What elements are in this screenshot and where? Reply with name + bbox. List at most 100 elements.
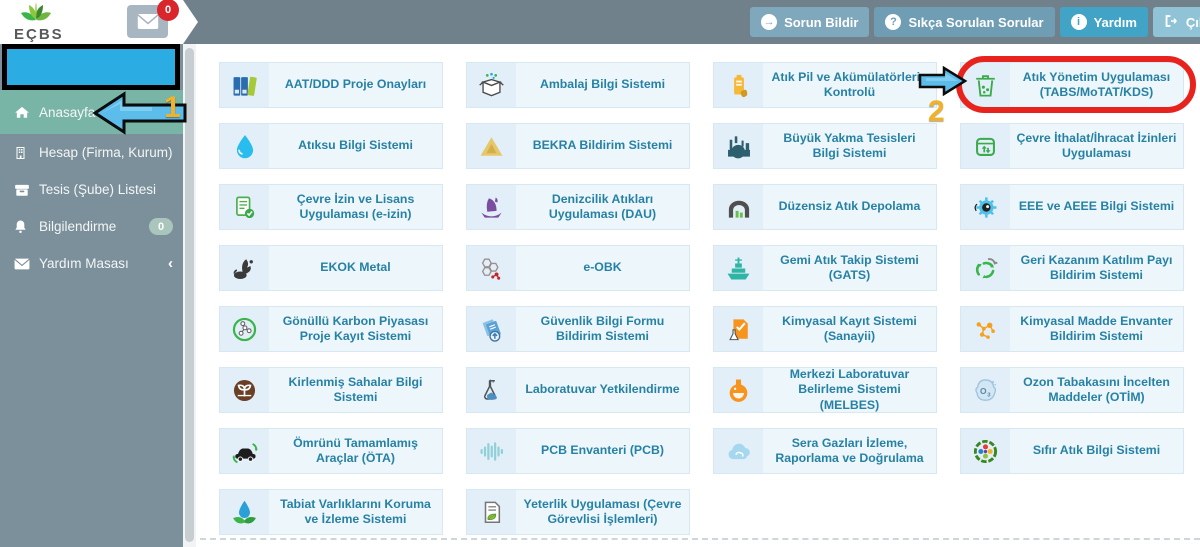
app-tile-ömrünü-tamamlamış-araçlar-öta-[interactable]: Ömrünü Tamamlamış Araçlar (ÖTA): [219, 428, 443, 474]
app-tile-düzensiz-atık-depolama[interactable]: Düzensiz Atık Depolama: [713, 184, 937, 230]
app-tile-label: Tabiat Varlıklarını Koruma ve İzleme Sis…: [280, 496, 431, 526]
app-tile-pcb-envanteri-pcb-[interactable]: PCB Envanteri (PCB): [466, 428, 690, 474]
sidebar-item-label: Tesis (Şube) Listesi: [39, 182, 157, 197]
bottom-divider: [200, 538, 1200, 540]
app-tile-eee-ve-aeee-bilgi-sistemi[interactable]: EEE ve AEEE Bilgi Sistemi: [960, 184, 1184, 230]
carbon-molecule-icon: [220, 307, 269, 351]
app-tile-label: PCB Envanteri (PCB): [541, 443, 664, 458]
app-tile-ambalaj-bilgi-sistemi[interactable]: Ambalaj Bilgi Sistemi: [466, 62, 690, 108]
round-flask-icon: [714, 368, 763, 412]
app-tile-merkezi-laboratuvar-belirleme-sistemi-me[interactable]: Merkezi Laboratuvar Belirleme Sistemi (M…: [713, 367, 937, 413]
app-tile-laboratuvar-yetkilendirme[interactable]: Laboratuvar Yetkilendirme: [466, 367, 690, 413]
app-tile-çevre-i-zin-ve-lisans-uygulaması-e-izin-[interactable]: Çevre İzin ve Lisans Uygulaması (e-izin): [219, 184, 443, 230]
app-tile-label: Güvenlik Bilgi Formu Bildirim Sistemi: [540, 313, 665, 343]
header-button-label: Sorun Bildir: [784, 14, 859, 30]
app-tile-atık-yönetim-uygulaması-tabs-motat-kds-[interactable]: Atık Yönetim Uygulaması (TABS/MoTAT/KDS): [960, 62, 1184, 108]
header-button-sorun-bildir[interactable]: → Sorun Bildir: [750, 7, 870, 37]
app-tile-kimyasal-kayıt-sistemi-sanayii-[interactable]: Kimyasal Kayıt Sistemi (Sanayii): [713, 306, 937, 352]
app-tile-bekra-bildirim-sistemi[interactable]: BEKRA Bildirim Sistemi: [466, 123, 690, 169]
header-button-label: Sıkça Sorulan Sorular: [908, 14, 1044, 30]
inbox-badge: 0: [157, 0, 179, 21]
app-tile-ozon-tabakasını-i-ncelten-maddeler-oti-m[interactable]: O 3 Ozon Tabakasını İncelten Maddeler (OTİ…: [960, 367, 1184, 413]
app-tile-label: Laboratuvar Yetkilendirme: [525, 382, 680, 397]
app-tile-sıfır-atık-bilgi-sistemi[interactable]: Sıfır Atık Bilgi Sistemi: [960, 428, 1184, 474]
bell-icon: [14, 218, 31, 235]
dome-waste-icon: [714, 185, 763, 229]
ecbs-dashboard: → Sorun Bildir? Sıkça Sorulan Sorular i Yard…: [0, 0, 1200, 547]
app-tile-label: Merkezi Laboratuvar Belirleme Sistemi (M…: [789, 366, 910, 412]
header-buttons: → Sorun Bildir? Sıkça Sorulan Sorular i Yard…: [750, 7, 1200, 37]
app-tile-güvenlik-bilgi-formu-bildirim-sistemi[interactable]: Güvenlik Bilgi Formu Bildirim Sistemi: [466, 306, 690, 352]
app-tile-gemi-atık-takip-sistemi-gats-[interactable]: Gemi Atık Takip Sistemi (GATS): [713, 245, 937, 291]
triangle-icon: [467, 124, 516, 168]
app-tile-kimyasal-madde-envanter-bildirim-sistemi[interactable]: Kimyasal Madde Envanter Bildirim Sistemi: [960, 306, 1184, 352]
package-box-icon: [467, 63, 516, 107]
app-tile-label: Kimyasal Kayıt Sistemi (Sanayii): [782, 313, 917, 343]
app-tile-label: Atık Pil ve Akümülatörlerin Kontrolü: [771, 69, 928, 99]
metal-icon: [220, 246, 269, 290]
app-tile-label: Sıfır Atık Bilgi Sistemi: [1032, 443, 1161, 458]
app-tile-kirlenmiş-sahalar-bilgi-sistemi[interactable]: Kirlenmiş Sahalar Bilgi Sistemi: [219, 367, 443, 413]
app-tile-label: e-OBK: [583, 260, 622, 275]
header-button-label: Yardım: [1093, 14, 1137, 30]
home-icon: [14, 104, 31, 121]
document-check-icon: [220, 185, 269, 229]
car-recycle-icon: [220, 429, 269, 473]
header-button-s-k-a-sorulan-sorular[interactable]: ? Sıkça Sorulan Sorular: [874, 7, 1055, 37]
app-tile-label: Gönüllü Karbon Piyasası Proje Kayıt Sist…: [282, 313, 429, 343]
header-button-label: Çıkış: [1185, 14, 1200, 30]
app-tile-sera-gazları-i-zleme-raporlama-ve-doğrul[interactable]: Sera Gazları İzleme, Raporlama ve Doğrul…: [713, 428, 937, 474]
binders-icon: [220, 63, 269, 107]
sidebar-item-tesis-şube-listesi[interactable]: Tesis (Şube) Listesi: [0, 171, 183, 208]
sidebar-item-label: Hesap (Firma, Kurum): [39, 145, 173, 160]
chemical-doc-icon: [714, 307, 763, 351]
app-tile-yeterlik-uygulaması-çevre-görevlisi-i-şl[interactable]: Yeterlik Uygulaması (Çevre Görevlisi İşl…: [466, 489, 690, 535]
app-tile-ekok-metal[interactable]: EKOK Metal: [219, 245, 443, 291]
app-tile-label: Kirlenmiş Sahalar Bilgi Sistemi: [288, 374, 423, 404]
app-tile-label: Geri Kazanım Katılım Payı Bildirim Siste…: [1020, 252, 1173, 282]
app-tile-label: EEE ve AEEE Bilgi Sistemi: [1018, 199, 1175, 214]
header-button--k-[interactable]: Çıkış: [1152, 7, 1200, 37]
app-tile-label: Ömrünü Tamamlamış Araçlar (ÖTA): [293, 435, 418, 465]
app-tile-çevre-i-thalat-i-hracat-i-zinleri-uygula[interactable]: Çevre İthalat/İhracat İzinleri Uygulamas…: [960, 123, 1184, 169]
header-band: → Sorun Bildir? Sıkça Sorulan Sorular i Yard…: [170, 0, 1200, 44]
sidebar-item-hesap-firma-kurum-[interactable]: Hesap (Firma, Kurum): [0, 134, 183, 171]
plant-icon: [21, 2, 51, 21]
app-tile-label: Denizcilik Atıkları Uygulaması (DAU): [548, 191, 657, 221]
hexagon-molecule-icon: [467, 246, 516, 290]
ecbs-logo[interactable]: EÇBS: [13, 1, 73, 47]
sidebar-item-label: Yardım Masası: [39, 256, 129, 271]
water-drop-icon: [220, 124, 269, 168]
app-tile-atıksu-bilgi-sistemi[interactable]: Atıksu Bilgi Sistemi: [219, 123, 443, 169]
building-icon: [14, 144, 31, 161]
redacted-account-name: [2, 44, 180, 90]
waveform-icon: [467, 429, 516, 473]
sidebar-item-yardım-masası[interactable]: Yardım Masası ‹: [0, 245, 183, 282]
facility-icon: [14, 181, 31, 198]
app-tile-label: Yeterlik Uygulaması (Çevre Görevlisi İşl…: [523, 496, 682, 526]
soil-icon: [220, 368, 269, 412]
annotation-step-1: 1: [164, 91, 181, 124]
recycle-icon: [961, 246, 1010, 290]
app-tile-tabiat-varlıklarını-koruma-ve-i-zleme-si[interactable]: Tabiat Varlıklarını Koruma ve İzleme Sis…: [219, 489, 443, 535]
app-tile-label: Atıksu Bilgi Sistemi: [298, 138, 413, 153]
chevron-left-icon: ‹: [168, 255, 173, 272]
app-tile-geri-kazanım-katılım-payı-bildirim-siste[interactable]: Geri Kazanım Katılım Payı Bildirim Siste…: [960, 245, 1184, 291]
app-tile-denizcilik-atıkları-uygulaması-dau-[interactable]: Denizcilik Atıkları Uygulaması (DAU): [466, 184, 690, 230]
app-tile-label: AAT/DDD Proje Onayları: [284, 77, 427, 92]
flask-icon: [467, 368, 516, 412]
annotation-arrow-2-icon: [918, 66, 968, 96]
applications-grid: AAT/DDD Proje Onayları Ambalaj Bilgi Sist…: [219, 62, 1184, 535]
gear-icon: [961, 185, 1010, 229]
zero-waste-icon: [961, 429, 1010, 473]
app-tile-büyük-yakma-tesisleri-bilgi-sistemi[interactable]: Büyük Yakma Tesisleri Bilgi Sistemi: [713, 123, 937, 169]
sidebar-item-bilgilendirme[interactable]: Bilgilendirme 0: [0, 208, 183, 245]
app-tile-gönüllü-karbon-piyasası-proje-kayıt-sist[interactable]: Gönüllü Karbon Piyasası Proje Kayıt Sist…: [219, 306, 443, 352]
app-tile-e-obk[interactable]: e-OBK: [466, 245, 690, 291]
app-tile-label: Atık Yönetim Uygulaması (TABS/MoTAT/KDS): [1022, 69, 1171, 99]
app-tile-label: Çevre İzin ve Lisans Uygulaması (e-izin): [296, 191, 415, 221]
app-tile-aat-ddd-proje-onayları[interactable]: AAT/DDD Proje Onayları: [219, 62, 443, 108]
header-button-yard-m[interactable]: i Yardım: [1059, 7, 1148, 37]
app-tile-atık-pil-ve-akümülatörlerin-kontrolü[interactable]: Atık Pil ve Akümülatörlerin Kontrolü: [713, 62, 937, 108]
trash-bin-icon: [961, 63, 1010, 107]
